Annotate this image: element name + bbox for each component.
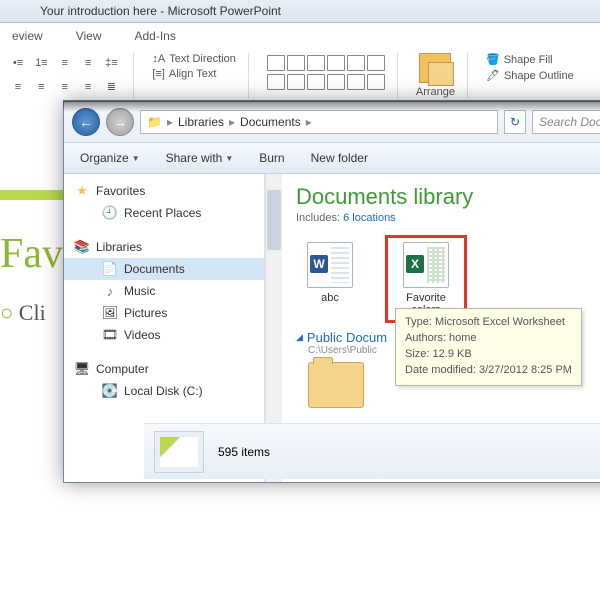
status-bar: 595 items [144,423,600,479]
pictures-icon: 🖼 [102,305,118,321]
sidebar-computer[interactable]: 🖥Computer [64,358,264,380]
sidebar-music[interactable]: ♪Music [64,280,264,302]
shape-penta[interactable] [307,74,325,90]
text-direction-button[interactable]: ↕AText Direction [152,53,235,65]
word-icon [307,242,353,288]
back-button[interactable]: ← [72,108,100,136]
line-spacing-button[interactable]: ‡≡ [101,53,121,73]
align-center-button[interactable]: ≡ [31,77,51,97]
file-tooltip: Type: Microsoft Excel Worksheet Authors:… [395,308,582,386]
indent-dec-button[interactable]: ≡ [55,53,75,73]
music-icon: ♪ [102,283,118,299]
explorer-window: ← → 📁▸ Libraries▸ Documents▸ ↻ Search Do… [63,101,600,483]
search-input[interactable]: Search Documents [532,110,600,134]
pen-icon: 🖊 [486,69,500,82]
shape-oval[interactable] [327,55,345,71]
disk-icon: 💽 [102,383,118,399]
ribbon: eview View Add-Ins •≡ 1≡ ≡ ≡ ‡≡ ≡ ≡ ≡ ≡ … [0,23,600,102]
tab-review[interactable]: eview [8,27,47,45]
library-includes: Includes: 6 locations [296,212,600,224]
shape-hex[interactable] [327,74,345,90]
libraries-icon: 📚 [74,239,90,255]
shape-line[interactable] [287,55,305,71]
slide-bullet[interactable]: Cli [0,300,46,326]
file-item-abc[interactable]: abc [296,242,364,316]
locations-link[interactable]: 6 locations [343,212,396,224]
breadcrumb-root-icon[interactable]: 📁 [147,115,162,129]
arrange-icon[interactable] [419,53,451,83]
align-justify-button[interactable]: ≡ [78,77,98,97]
columns-button[interactable]: ≣ [101,76,121,96]
tab-view[interactable]: View [72,27,106,45]
align-text-button[interactable]: [≡]Align Text [152,68,235,80]
shape-arrow[interactable] [267,74,285,90]
shape-star[interactable] [347,74,365,90]
bullets-button[interactable]: •≡ [8,53,28,73]
sidebar-pictures[interactable]: 🖼Pictures [64,302,264,324]
videos-icon: 🎞 [102,327,118,343]
breadcrumb-libraries[interactable]: Libraries [178,115,224,129]
shape-outline-button[interactable]: 🖊Shape Outline [486,69,574,82]
status-count: 595 items [218,445,270,459]
explorer-toolbar: Organize▼ Share with▼ Burn New folder [64,143,600,174]
title-bar: Your introduction here - Microsoft Power… [0,0,600,23]
organize-button[interactable]: Organize▼ [80,151,140,165]
align-right-button[interactable]: ≡ [55,77,75,97]
library-title: Documents library [296,184,600,210]
chevron-down-icon: ▼ [132,154,140,163]
new-folder-button[interactable]: New folder [311,151,368,165]
status-thumbnail [154,431,204,473]
shape-rect2[interactable] [367,55,385,71]
breadcrumb[interactable]: 📁▸ Libraries▸ Documents▸ [140,110,498,134]
bucket-icon: 🪣 [486,53,500,66]
burn-button[interactable]: Burn [259,151,284,165]
breadcrumb-documents[interactable]: Documents [240,115,301,129]
align-left-button[interactable]: ≡ [8,77,28,97]
shape-style-group: 🪣Shape Fill 🖊Shape Outline [486,53,586,98]
text-group: ↕AText Direction [≡]Align Text [152,53,248,98]
chevron-down-icon: ▼ [225,154,233,163]
sidebar-libraries[interactable]: 📚Libraries [64,236,264,258]
excel-icon [403,242,449,288]
sidebar-favorites[interactable]: ★Favorites [64,180,264,202]
documents-icon: 📄 [102,261,118,277]
refresh-button[interactable]: ↻ [504,110,526,134]
share-with-button[interactable]: Share with▼ [166,151,234,165]
sidebar-local-disk[interactable]: 💽Local Disk (C:) [64,380,264,402]
folder-icon[interactable] [308,362,364,408]
arrow-left-icon: ← [79,114,93,130]
computer-icon: 🖥 [74,361,90,377]
tab-addins[interactable]: Add-Ins [130,27,179,45]
shape-line2[interactable] [307,55,325,71]
sidebar-recent-places[interactable]: 🕘Recent Places [64,202,264,224]
file-label: abc [296,292,364,304]
forward-button[interactable]: → [106,108,134,136]
file-grid: abc Favorite colors [296,242,600,316]
slide-title[interactable]: Fav [0,230,63,278]
shape-more[interactable] [367,74,385,90]
explorer-nav-bar: ← → 📁▸ Libraries▸ Documents▸ ↻ Search Do… [64,102,600,143]
sidebar-documents[interactable]: 📄Documents [64,258,264,280]
arrange-group: Arrange [416,53,468,98]
scrollbar-thumb[interactable] [267,190,281,250]
paragraph-group: •≡ 1≡ ≡ ≡ ‡≡ ≡ ≡ ≡ ≡ ≣ [8,53,134,98]
indent-inc-button[interactable]: ≡ [78,53,98,73]
numbering-button[interactable]: 1≡ [31,53,51,73]
shapes-group [267,53,398,98]
shape-fill-button[interactable]: 🪣Shape Fill [486,53,574,66]
recent-icon: 🕘 [102,205,118,221]
arrow-right-icon: → [113,114,127,130]
shape-rect[interactable] [267,55,285,71]
sidebar-videos[interactable]: 🎞Videos [64,324,264,346]
shape-tri[interactable] [347,55,365,71]
shape-arrow2[interactable] [287,74,305,90]
chevron-down-icon: ◢ [296,332,303,343]
star-icon: ★ [74,183,90,199]
